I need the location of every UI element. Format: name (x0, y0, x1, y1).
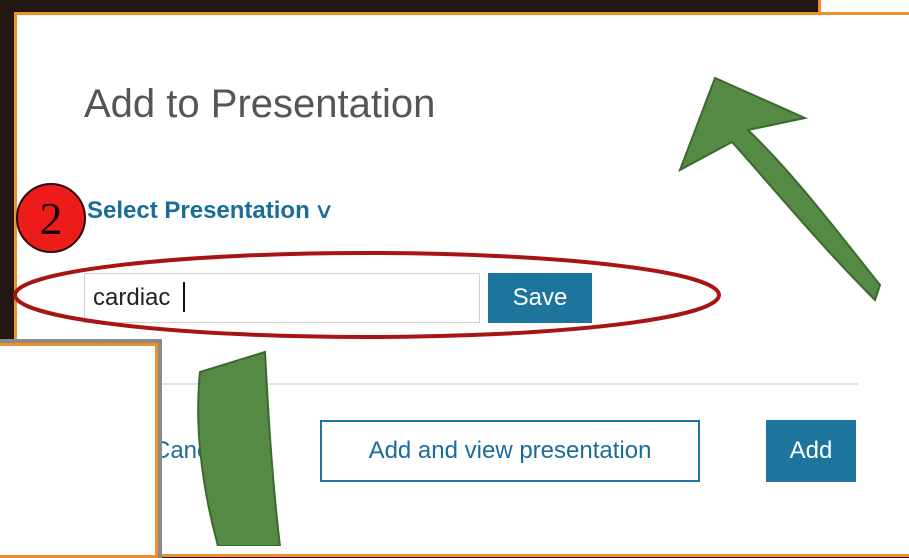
chevron-down-icon: ∨ (313, 198, 335, 223)
select-presentation-label: Select Presentation (87, 197, 310, 224)
cancel-link[interactable]: Cancel (153, 437, 228, 465)
step-number-badge: 2 (16, 183, 86, 253)
background-card-bottom-left (0, 343, 158, 558)
dialog-title: Add to Presentation (84, 82, 436, 126)
add-and-view-presentation-button[interactable]: Add and view presentation (320, 420, 700, 482)
save-button[interactable]: Save (488, 273, 592, 323)
dialog-divider (158, 383, 858, 385)
presentation-name-input[interactable] (84, 273, 480, 323)
text-cursor (183, 282, 185, 312)
add-button[interactable]: Add (766, 420, 856, 482)
select-presentation-dropdown[interactable]: Select Presentation ∨ (87, 197, 335, 225)
